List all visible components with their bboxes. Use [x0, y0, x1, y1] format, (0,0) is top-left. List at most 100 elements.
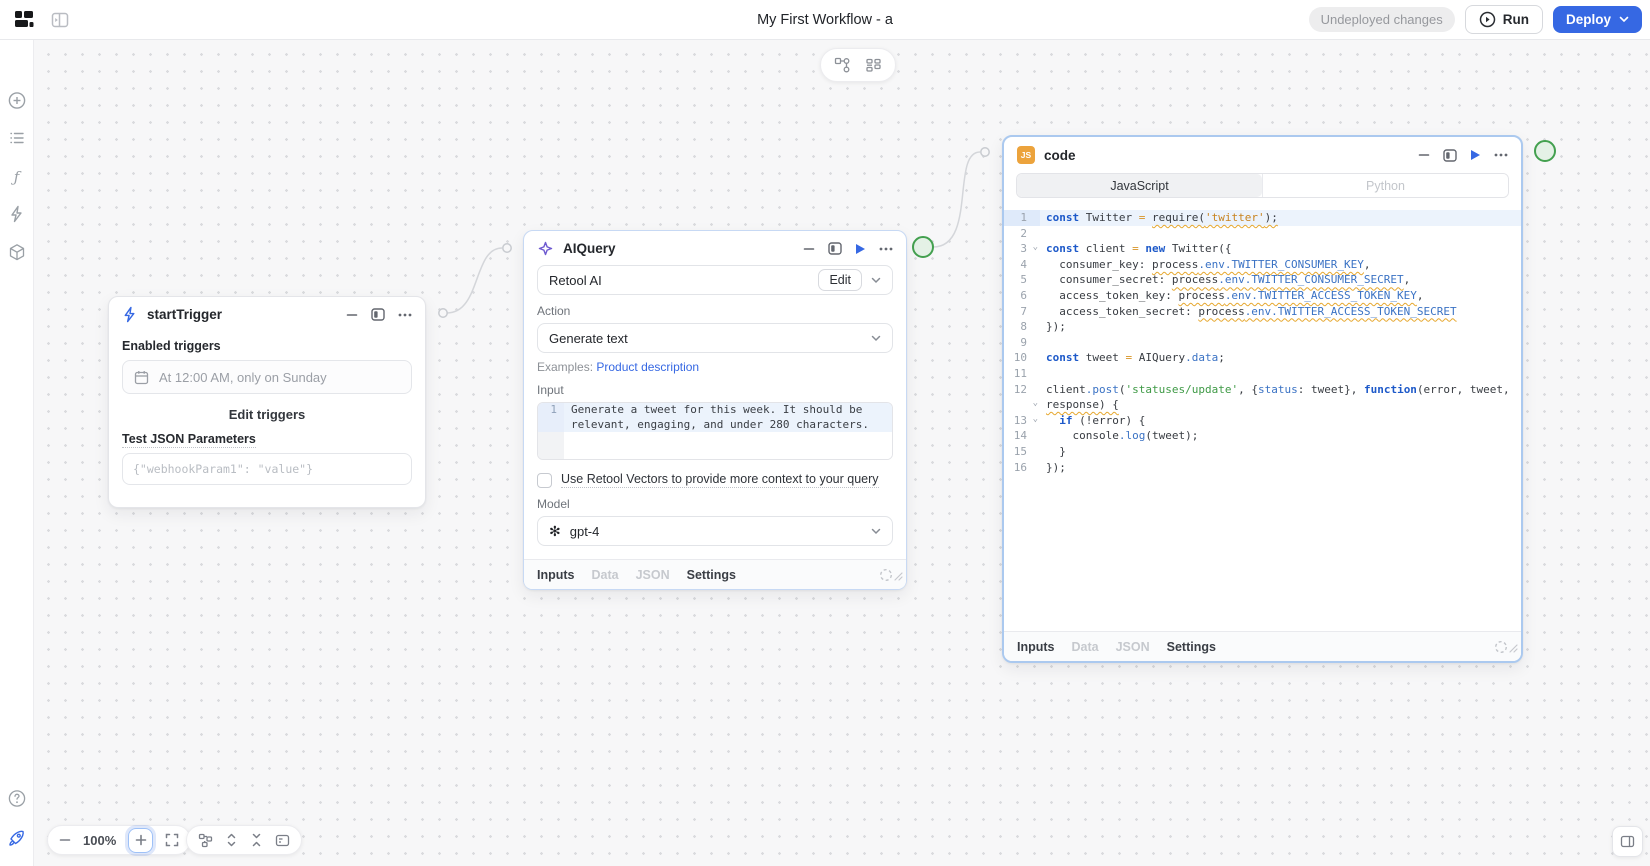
action-select[interactable]: Generate text [537, 323, 893, 353]
run-block-icon[interactable] [855, 243, 866, 255]
help-icon[interactable] [7, 789, 26, 808]
chevron-down-icon [871, 335, 881, 342]
code-line[interactable]: 5 consumer_secret: process.env.TWITTER_C… [1004, 272, 1521, 288]
open-panel-icon[interactable] [371, 308, 385, 321]
tab-json[interactable]: JSON [636, 568, 670, 582]
chevron-down-icon [871, 277, 881, 284]
resource-value: Retool AI [549, 273, 602, 288]
functions-icon[interactable]: ƒ [14, 168, 20, 186]
left-toolbar: ƒ [0, 40, 34, 866]
code-line[interactable]: 12client.post('statuses/update', {status… [1004, 382, 1521, 398]
node-code[interactable]: JS code JavaScriptPython 1const Twitter … [1002, 135, 1523, 663]
open-panel-icon[interactable] [1443, 149, 1457, 162]
onboarding-rocket-icon[interactable] [7, 828, 27, 848]
action-value: Generate text [549, 331, 628, 346]
node-start-trigger[interactable]: startTrigger Enabled triggers At 12:00 A… [108, 296, 426, 508]
fit-view-icon[interactable] [165, 833, 179, 847]
tab-settings[interactable]: Settings [1167, 640, 1216, 654]
toggle-right-panel-button[interactable] [1612, 826, 1643, 857]
enabled-triggers-label: Enabled triggers [122, 339, 412, 353]
minimize-icon[interactable] [346, 309, 358, 321]
expand-all-icon[interactable] [225, 833, 238, 847]
prompt-editor-empty[interactable] [538, 432, 892, 459]
code-line[interactable]: 14 console.log(tweet); [1004, 428, 1521, 444]
javascript-icon: JS [1017, 146, 1035, 164]
code-line[interactable]: 6 access_token_key: process.env.TWITTER_… [1004, 288, 1521, 304]
code-line[interactable]: 10const tweet = AIQuery.data; [1004, 350, 1521, 366]
test-json-label: Test JSON Parameters [122, 432, 256, 448]
port-code-output[interactable] [1535, 141, 1555, 161]
more-options-icon[interactable] [1494, 153, 1508, 157]
test-json-input[interactable] [122, 453, 412, 485]
more-options-icon[interactable] [879, 247, 893, 251]
code-line[interactable]: 8}); [1004, 319, 1521, 335]
canvas-view-controls [186, 825, 302, 855]
port-code-input[interactable] [981, 148, 989, 156]
tab-settings[interactable]: Settings [687, 568, 736, 582]
open-panel-icon[interactable] [828, 242, 842, 255]
trigger-schedule[interactable]: At 12:00 AM, only on Sunday [122, 360, 412, 394]
code-editor[interactable]: 1const Twitter = require('twitter');23⌄c… [1004, 206, 1521, 632]
auto-layout-icon[interactable] [834, 57, 851, 74]
run-button[interactable]: Run [1465, 5, 1543, 34]
code-line[interactable]: 15 } [1004, 444, 1521, 460]
add-block-icon[interactable] [7, 91, 26, 110]
minimize-icon[interactable] [1418, 149, 1430, 161]
examples-link[interactable]: Product description [596, 360, 699, 374]
code-line[interactable]: 2 [1004, 226, 1521, 242]
port-start-output[interactable] [439, 309, 447, 317]
resize-handle[interactable] [894, 568, 903, 586]
code-line[interactable]: 3⌄const client = new Twitter({ [1004, 241, 1521, 257]
node-title: AIQuery [563, 241, 616, 256]
lightning-icon [122, 306, 138, 323]
minimize-icon[interactable] [803, 243, 815, 255]
edit-triggers-button[interactable]: Edit triggers [122, 407, 412, 422]
model-select[interactable]: ✻ gpt-4 [537, 516, 893, 546]
prompt-line[interactable]: relevant, engaging, and under 280 charac… [538, 418, 892, 433]
code-line[interactable]: 13⌄ if (!error) { [1004, 413, 1521, 429]
node-title: startTrigger [147, 307, 222, 322]
resize-handle[interactable] [1509, 640, 1518, 658]
code-line[interactable]: 16}); [1004, 460, 1521, 476]
tab-json[interactable]: JSON [1116, 640, 1150, 654]
run-history-icon[interactable] [8, 129, 26, 147]
code-line[interactable]: 11 [1004, 366, 1521, 382]
code-line[interactable]: 7 access_token_secret: process.env.TWITT… [1004, 304, 1521, 320]
node-ai-query[interactable]: AIQuery Retool AI Edit Action Generate t… [523, 230, 907, 590]
zoom-in-button[interactable] [128, 828, 153, 853]
calendar-icon [134, 370, 149, 385]
workflow-canvas[interactable]: startTrigger Enabled triggers At 12:00 A… [34, 40, 1650, 866]
tab-inputs[interactable]: Inputs [1017, 640, 1055, 654]
tab-data[interactable]: Data [592, 568, 619, 582]
refresh-icon[interactable] [1494, 640, 1508, 654]
prompt-editor[interactable]: 1Generate a tweet for this week. It shou… [537, 402, 893, 460]
more-options-icon[interactable] [398, 313, 412, 317]
tab-data[interactable]: Data [1072, 640, 1099, 654]
run-block-icon[interactable] [1470, 149, 1481, 161]
vectors-checkbox[interactable] [537, 473, 552, 488]
port-aiquery-input[interactable] [503, 244, 511, 252]
blocks-layout-icon[interactable] [865, 57, 882, 74]
code-line[interactable]: 9 [1004, 335, 1521, 351]
code-line[interactable]: 4 consumer_key: process.env.TWITTER_CONS… [1004, 257, 1521, 273]
minimap-icon[interactable] [275, 834, 290, 847]
code-line[interactable]: 1const Twitter = require('twitter'); [1004, 210, 1521, 226]
edit-resource-button[interactable]: Edit [818, 269, 862, 291]
prompt-line[interactable]: 1Generate a tweet for this week. It shou… [538, 403, 892, 418]
ai-sparkle-icon [537, 240, 554, 257]
port-aiquery-output[interactable] [913, 237, 933, 257]
triggers-icon[interactable] [8, 205, 25, 223]
zoom-level: 100% [83, 833, 116, 848]
lang-tab-javascript[interactable]: JavaScript [1017, 174, 1262, 197]
lang-tab-python[interactable]: Python [1262, 174, 1508, 197]
code-line[interactable]: ⌄response) { [1004, 397, 1521, 413]
tab-inputs[interactable]: Inputs [537, 568, 575, 582]
zoom-out-icon[interactable] [59, 834, 71, 846]
resources-icon[interactable] [8, 243, 26, 262]
refresh-icon[interactable] [879, 568, 893, 582]
deploy-button[interactable]: Deploy [1553, 6, 1642, 33]
toggle-left-panel-icon[interactable] [50, 10, 70, 30]
resource-select[interactable]: Retool AI Edit [537, 265, 893, 295]
tidy-layout-icon[interactable] [198, 833, 213, 848]
collapse-all-icon[interactable] [250, 833, 263, 847]
